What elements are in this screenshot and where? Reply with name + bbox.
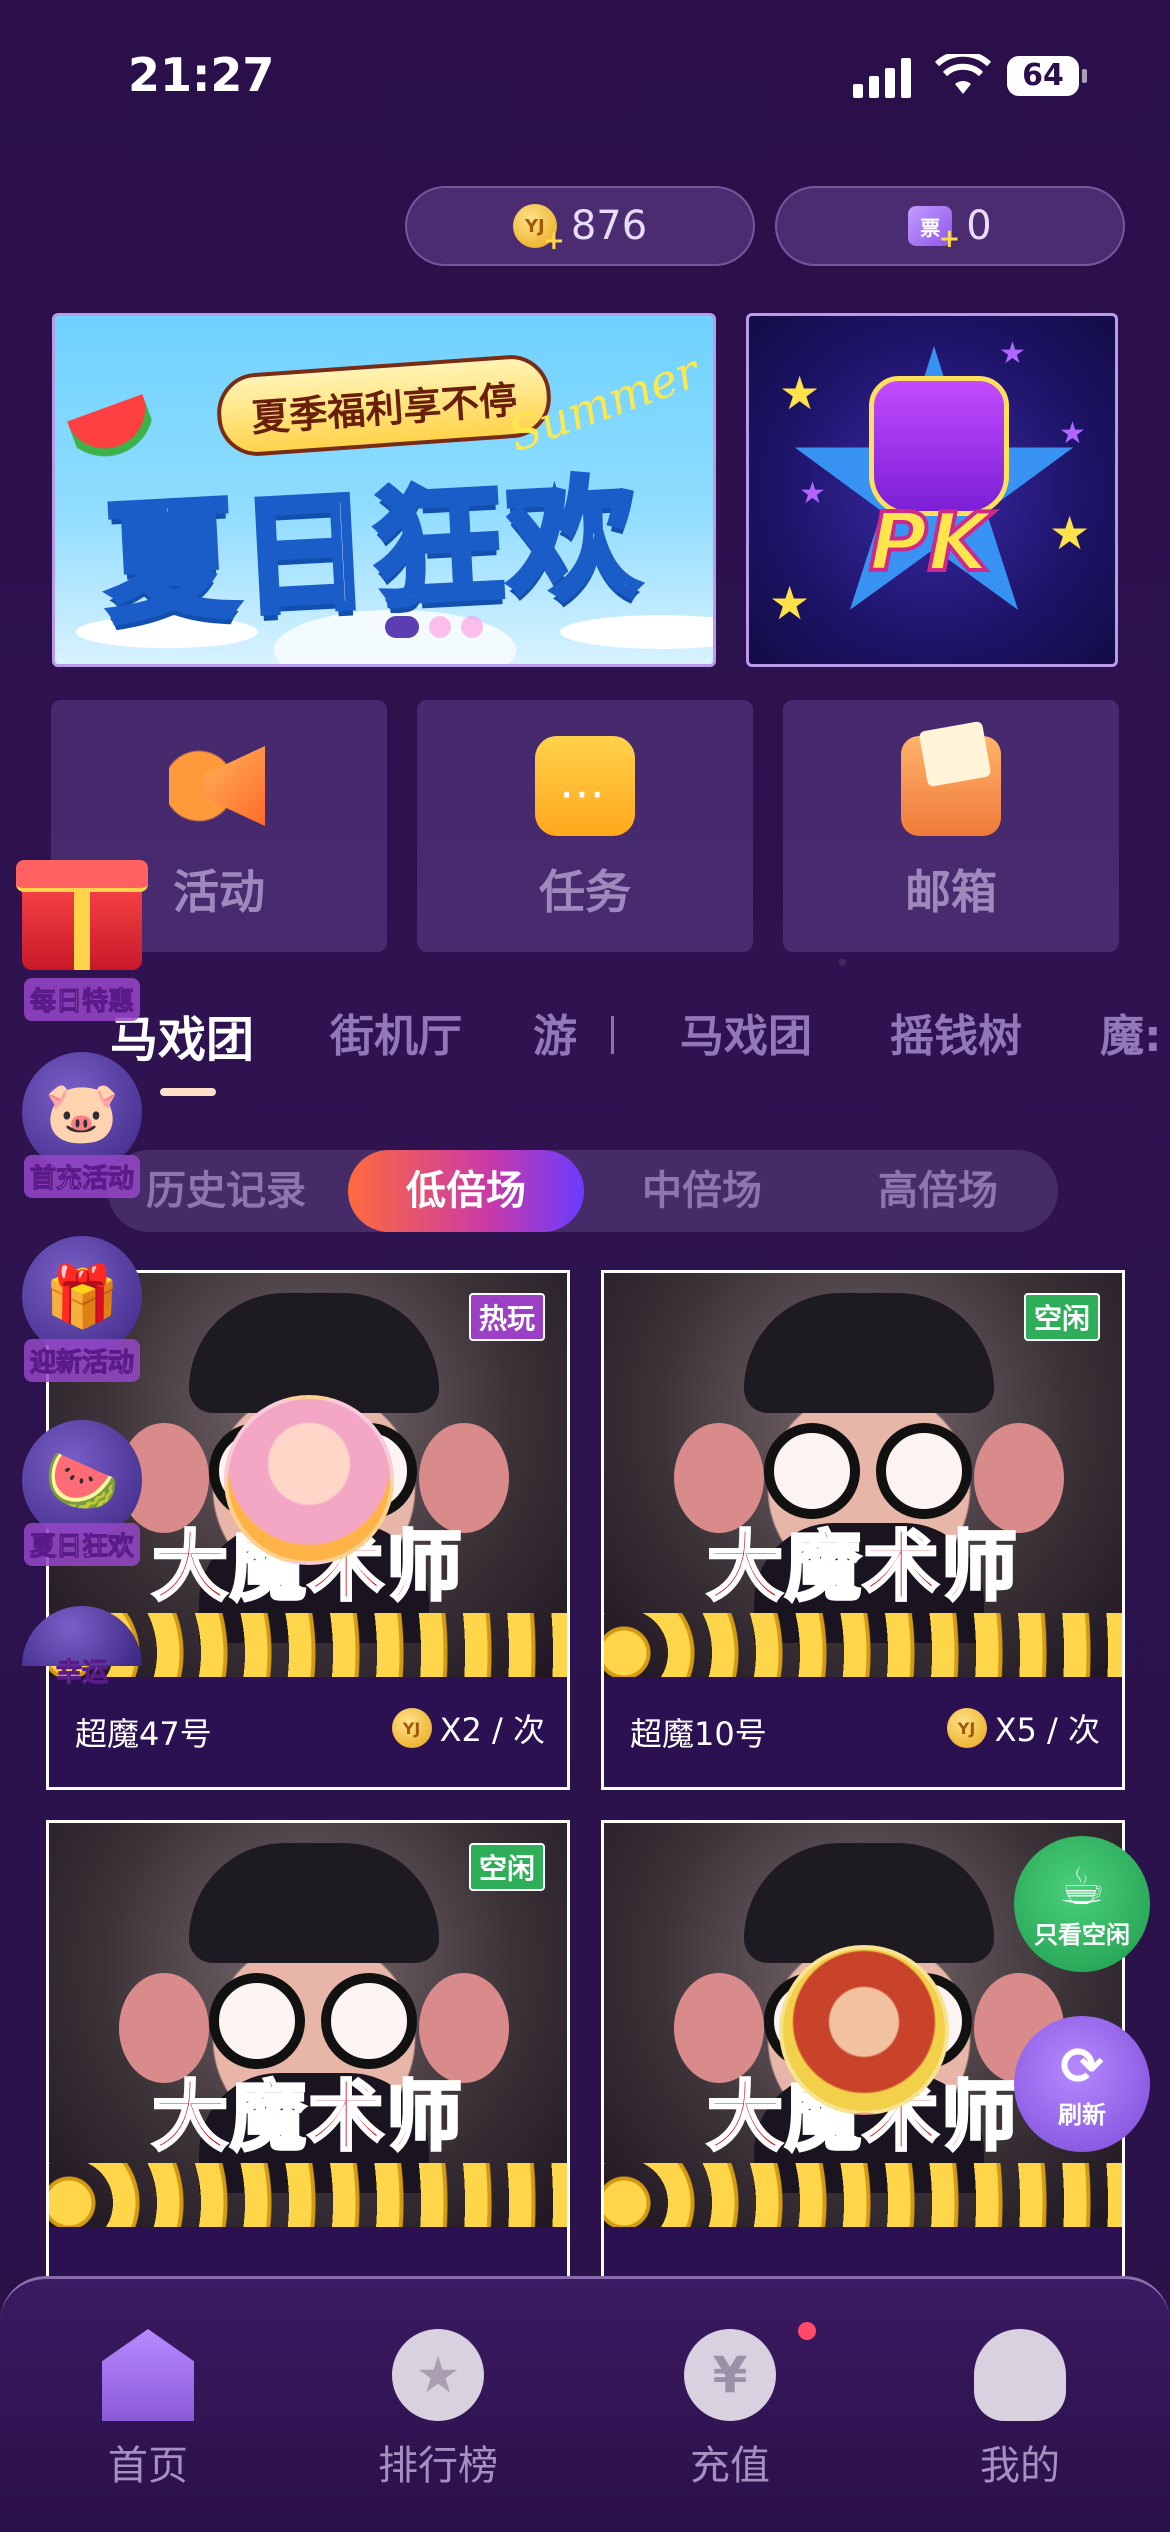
player-avatar (224, 1395, 394, 1565)
machine-card[interactable]: 大魔术师 空闲 (46, 1820, 570, 2340)
banner-title: 夏日狂欢 (99, 458, 648, 644)
coffee-cup-icon: ☕ (1058, 1856, 1106, 1917)
wifi-icon (935, 54, 991, 94)
summer-event-button[interactable]: 🍉 夏日狂欢 (16, 1420, 148, 1566)
machine-title: 大魔术师 (151, 2071, 464, 2163)
tab-circus-2[interactable]: 马戏团 (680, 1000, 812, 1064)
first-recharge-button[interactable]: 🐷 首充活动 (16, 1052, 148, 1198)
machine-cost: YJ X5 / 次 (946, 1705, 1100, 1751)
status-bar: 21:27 64 (0, 48, 1170, 108)
mailbox-tile[interactable]: 邮箱 (783, 700, 1119, 952)
battery-icon: 64 (1007, 56, 1087, 96)
summer-carnival-banner[interactable]: 夏季福利享不停 夏日狂欢 Summer (52, 313, 716, 667)
fab-label: 只看空闲 (1034, 1920, 1130, 1949)
side-float-label: 每日特惠 (23, 978, 140, 1021)
coin-balance: 876 (570, 203, 648, 249)
pagination-dot (461, 616, 483, 638)
side-float-label: 首充活动 (23, 1155, 140, 1198)
nav-label: 首页 (108, 2443, 188, 2489)
coin-icon: YJ + (512, 204, 565, 256)
home-icon (102, 2329, 194, 2421)
banner-pagination (385, 616, 483, 638)
tile-label: 邮箱 (905, 865, 997, 919)
tab-arcade[interactable]: 街机厅 (330, 1000, 462, 1064)
tile-label: 任务 (539, 865, 631, 919)
pagination-dot (385, 616, 419, 638)
star-icon: ★ (799, 476, 826, 511)
machine-title: 大魔术师 (706, 1521, 1019, 1613)
status-time: 21:27 (128, 48, 275, 102)
tab-game[interactable]: 游 (533, 1000, 577, 1064)
star-icon: ★ (769, 576, 811, 630)
star-icon: ★ (1059, 416, 1086, 451)
coin-icon: YJ (946, 1708, 987, 1748)
nav-label: 排行榜 (378, 2443, 498, 2489)
player-avatar (779, 1945, 949, 2115)
recharge-icon: ¥ (684, 2329, 776, 2421)
cellular-signal-icon (853, 58, 915, 98)
fist-icon (869, 376, 1009, 516)
cost-label: X2 / 次 (439, 1711, 545, 1749)
game-category-tabs: 马戏团 街机厅 游 马戏团 摇钱树 魔: (0, 1000, 1170, 1080)
profile-icon (974, 2329, 1066, 2421)
lucky-bag-icon: 🎁 (22, 1236, 142, 1356)
ranking-icon: ★ (392, 2329, 484, 2421)
side-float-label: 迎新活动 (23, 1339, 140, 1382)
summer-icon: 🍉 (22, 1420, 142, 1540)
nav-label: 充值 (690, 2443, 770, 2489)
gift-icon (16, 860, 148, 970)
status-badge: 空闲 (468, 1843, 545, 1891)
megaphone-icon (169, 736, 269, 836)
star-icon: ★ (779, 366, 821, 420)
pk-banner-title: PK (867, 494, 992, 591)
bottom-navigation: 首页 ★ 排行榜 ¥ 充值 我的 (0, 2276, 1170, 2532)
mailbox-icon (901, 736, 1001, 836)
ticket-balance-pill[interactable]: 票 + 0 (775, 186, 1125, 266)
nav-recharge[interactable]: ¥ 充值 (630, 2329, 830, 2491)
refresh-icon: ⟳ (1060, 2036, 1104, 2097)
nav-label: 我的 (980, 2443, 1060, 2489)
active-tab-indicator (160, 1088, 216, 1096)
ticket-balance: 0 (966, 203, 992, 249)
nav-home[interactable]: 首页 (48, 2329, 248, 2491)
piggy-bank-icon: 🐷 (22, 1052, 142, 1172)
tab-magic[interactable]: 魔: (1100, 1000, 1162, 1064)
pk-banner[interactable]: ★ ★ ★ ★ ★ ★ PK (746, 313, 1118, 667)
nav-ranking[interactable]: ★ 排行榜 (338, 2329, 538, 2491)
tab-money-tree[interactable]: 摇钱树 (890, 1000, 1022, 1064)
machine-footer: 超魔10号 YJ X5 / 次 (604, 1677, 1122, 1787)
task-tile[interactable]: 任务 (417, 700, 753, 952)
refresh-button[interactable]: ⟳ 刷新 (1014, 2016, 1150, 2152)
ticket-icon: 票 + (908, 206, 960, 254)
machine-name: 超魔47号 (75, 1715, 212, 1753)
status-badge: 热玩 (468, 1293, 545, 1341)
daily-deal-button[interactable]: 每日特惠 (16, 860, 148, 1021)
machine-footer: 超魔47号 YJ X2 / 次 (49, 1677, 567, 1787)
notification-dot (798, 2322, 816, 2340)
show-idle-only-button[interactable]: ☕ 只看空闲 (1014, 1836, 1150, 1972)
newcomer-event-button[interactable]: 🎁 迎新活动 (16, 1236, 148, 1382)
segment-low-odds[interactable]: 低倍场 (348, 1150, 584, 1232)
machine-cost: YJ X2 / 次 (391, 1705, 545, 1751)
star-icon: ★ (999, 336, 1026, 371)
cost-label: X5 / 次 (994, 1711, 1100, 1749)
coin-balance-pill[interactable]: YJ + 876 (405, 186, 755, 266)
segment-mid-odds[interactable]: 中倍场 (584, 1150, 820, 1232)
coin-icon: YJ (391, 1708, 432, 1748)
segment-high-odds[interactable]: 高倍场 (820, 1150, 1056, 1232)
side-float-label: 夏日狂欢 (23, 1523, 140, 1566)
odds-segmented-control: 历史记录 低倍场 中倍场 高倍场 (108, 1150, 1058, 1232)
pagination-dot (429, 616, 451, 638)
side-float-label: 幸运 (55, 1658, 108, 1689)
lucky-button[interactable]: 幸运 (16, 1606, 148, 1692)
nav-profile[interactable]: 我的 (920, 2329, 1120, 2491)
status-badge: 空闲 (1023, 1293, 1100, 1341)
fab-label: 刷新 (1058, 2100, 1106, 2129)
star-icon: ★ (1049, 506, 1091, 560)
machine-name: 超魔10号 (630, 1715, 767, 1753)
machine-card[interactable]: 大魔术师 空闲 超魔10号 YJ X5 / 次 (601, 1270, 1125, 1790)
calendar-icon (535, 736, 635, 836)
tab-divider (611, 1016, 614, 1054)
